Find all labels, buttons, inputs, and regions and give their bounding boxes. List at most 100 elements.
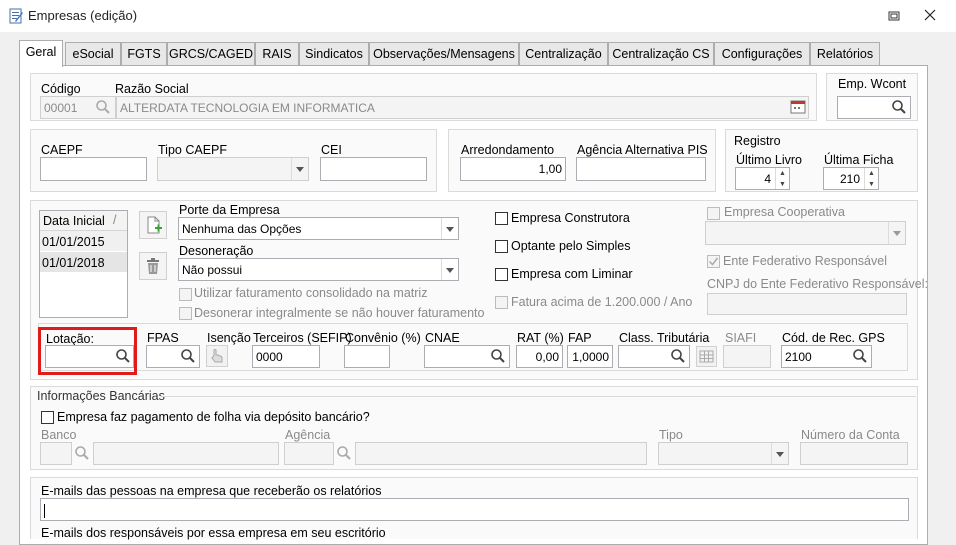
optante-simples-checkbox[interactable] (495, 240, 508, 253)
rat-input[interactable]: 0,00 (516, 345, 563, 368)
search-icon[interactable] (891, 99, 907, 115)
search-icon[interactable] (115, 348, 131, 364)
arredondamento-input[interactable]: 1,00 (460, 157, 566, 181)
tab-configuracoes[interactable]: Configurações (714, 42, 810, 66)
siafi-label: SIAFI (725, 331, 757, 345)
desoneracao-select[interactable]: Não possui (178, 258, 459, 281)
spinner-arrows[interactable]: ▲ ▼ (775, 168, 789, 189)
empresa-construtora-label: Empresa Construtora (511, 211, 630, 225)
search-icon[interactable] (74, 445, 90, 461)
utilizar-faturamento-checkbox[interactable] (179, 288, 192, 301)
tipo-caepf-select[interactable] (157, 157, 309, 181)
tipo-caepf-label: Tipo CAEPF (158, 143, 228, 157)
tab-esocial[interactable]: eSocial (65, 42, 121, 66)
tipo-label: Tipo (659, 428, 683, 442)
convenio-label: Convênio (%) (345, 331, 421, 345)
fap-input[interactable]: 1,0000 (567, 345, 613, 368)
ultimo-livro-label: Último Livro (736, 153, 802, 167)
search-icon[interactable] (852, 348, 868, 364)
tab-centralizacao-cs[interactable]: Centralização CS (608, 42, 714, 66)
agencia-label: Agência (285, 428, 331, 442)
emails-pessoas-input[interactable] (40, 498, 909, 521)
add-button[interactable] (139, 211, 167, 239)
tab-grcs-caged[interactable]: GRCS/CAGED (167, 42, 255, 66)
window-title: Empresas (edição) (28, 8, 138, 23)
porte-label: Porte da Empresa (179, 203, 280, 217)
convenio-input[interactable] (344, 345, 390, 368)
desoneracao-label: Desoneração (179, 244, 254, 258)
document-edit-icon (9, 8, 23, 24)
empresa-construtora-checkbox[interactable] (495, 212, 508, 225)
empresa-cooperativa-checkbox[interactable] (707, 207, 720, 220)
fatura-acima-checkbox[interactable] (495, 296, 508, 309)
tab-centralizacao[interactable]: Centralização (519, 42, 608, 66)
cnae-label: CNAE (425, 331, 460, 345)
agencia-name-input[interactable] (355, 442, 647, 465)
spinner-arrows[interactable]: ▲ ▼ (864, 168, 878, 189)
numero-conta-input[interactable] (800, 442, 908, 465)
close-window-icon[interactable] (921, 6, 939, 24)
search-icon[interactable] (336, 445, 352, 461)
chevron-down-icon[interactable] (771, 443, 788, 464)
tab-sindicatos[interactable]: Sindicatos (299, 42, 369, 66)
terceiros-input[interactable]: 0000 (252, 345, 320, 368)
class-tributaria-table-button[interactable] (696, 346, 717, 367)
pagamento-deposito-label: Empresa faz pagamento de folha via depós… (57, 410, 370, 424)
restore-window-icon[interactable] (885, 8, 903, 24)
empresa-cooperativa-label: Empresa Cooperativa (724, 205, 845, 219)
agencia-code-input[interactable] (284, 442, 334, 465)
desonerar-label: Desonerar integralmente se não houver fa… (194, 306, 485, 320)
banco-code-input[interactable] (40, 442, 72, 465)
tab-fgts[interactable]: FGTS (121, 42, 167, 66)
cei-input[interactable] (320, 157, 427, 181)
cnpj-ente-label: CNPJ do Ente Federativo Responsável: (707, 277, 928, 291)
fatura-acima-label: Fatura acima de 1.200.000 / Ano (511, 295, 693, 309)
emails-responsaveis-label: E-mails dos responsáveis por essa empres… (41, 526, 386, 540)
section-divider (160, 396, 916, 397)
chevron-down-icon[interactable] (441, 218, 458, 239)
pagamento-deposito-checkbox[interactable] (41, 411, 54, 424)
sort-icon: / (113, 213, 117, 227)
tab-relatorios[interactable]: Relatórios (810, 42, 880, 66)
fap-label: FAP (568, 331, 592, 345)
desonerar-checkbox[interactable] (179, 307, 192, 320)
cooperativa-select[interactable] (705, 221, 906, 245)
banco-label: Banco (41, 428, 77, 442)
numero-conta-label: Número da Conta (801, 428, 900, 442)
search-icon[interactable] (95, 99, 111, 115)
search-icon[interactable] (490, 348, 506, 364)
class-tributaria-label: Class. Tributária (619, 331, 710, 345)
emp-wcont-label: Emp. Wcont (838, 77, 907, 91)
banco-name-input[interactable] (93, 442, 279, 465)
isencao-button[interactable] (206, 345, 228, 367)
chevron-down-icon[interactable] (441, 259, 458, 280)
text-cursor (44, 503, 45, 518)
search-icon[interactable] (670, 348, 686, 364)
list-item-date: 01/01/2018 (42, 256, 105, 270)
tab-observacoes[interactable]: Observações/Mensagens (369, 42, 519, 66)
razao-social-input[interactable]: ALTERDATA TECNOLOGIA EM INFORMATICA (116, 96, 809, 119)
siafi-input[interactable] (723, 345, 771, 368)
porte-select[interactable]: Nenhuma das Opções (178, 217, 459, 240)
ultima-ficha-input[interactable]: 210 ▲ ▼ (823, 167, 879, 190)
calendar-icon[interactable] (789, 99, 807, 115)
agencia-pis-input[interactable] (576, 157, 706, 181)
cnpj-ente-input[interactable] (707, 293, 907, 315)
search-icon[interactable] (180, 348, 196, 364)
title-bar (0, 0, 956, 32)
tipo-select[interactable] (658, 442, 789, 465)
emails-pessoas-label: E-mails das pessoas na empresa que receb… (41, 484, 382, 498)
agencia-pis-label: Agência Alternativa PIS (577, 143, 708, 157)
tab-geral[interactable]: Geral (19, 40, 63, 67)
list-item-date: 01/01/2015 (42, 235, 105, 249)
empresa-liminar-checkbox[interactable] (495, 268, 508, 281)
ente-federativo-checkbox[interactable] (707, 255, 720, 268)
ultimo-livro-input[interactable]: 4 ▲ ▼ (735, 167, 790, 190)
tab-rais[interactable]: RAIS (255, 42, 299, 66)
caepf-input[interactable] (40, 157, 147, 181)
chevron-down-icon[interactable] (888, 222, 905, 244)
chevron-down-icon[interactable] (291, 158, 308, 180)
delete-button[interactable] (139, 252, 167, 280)
isencao-label: Isenção (207, 331, 251, 345)
hand-pointer-icon (211, 349, 223, 363)
